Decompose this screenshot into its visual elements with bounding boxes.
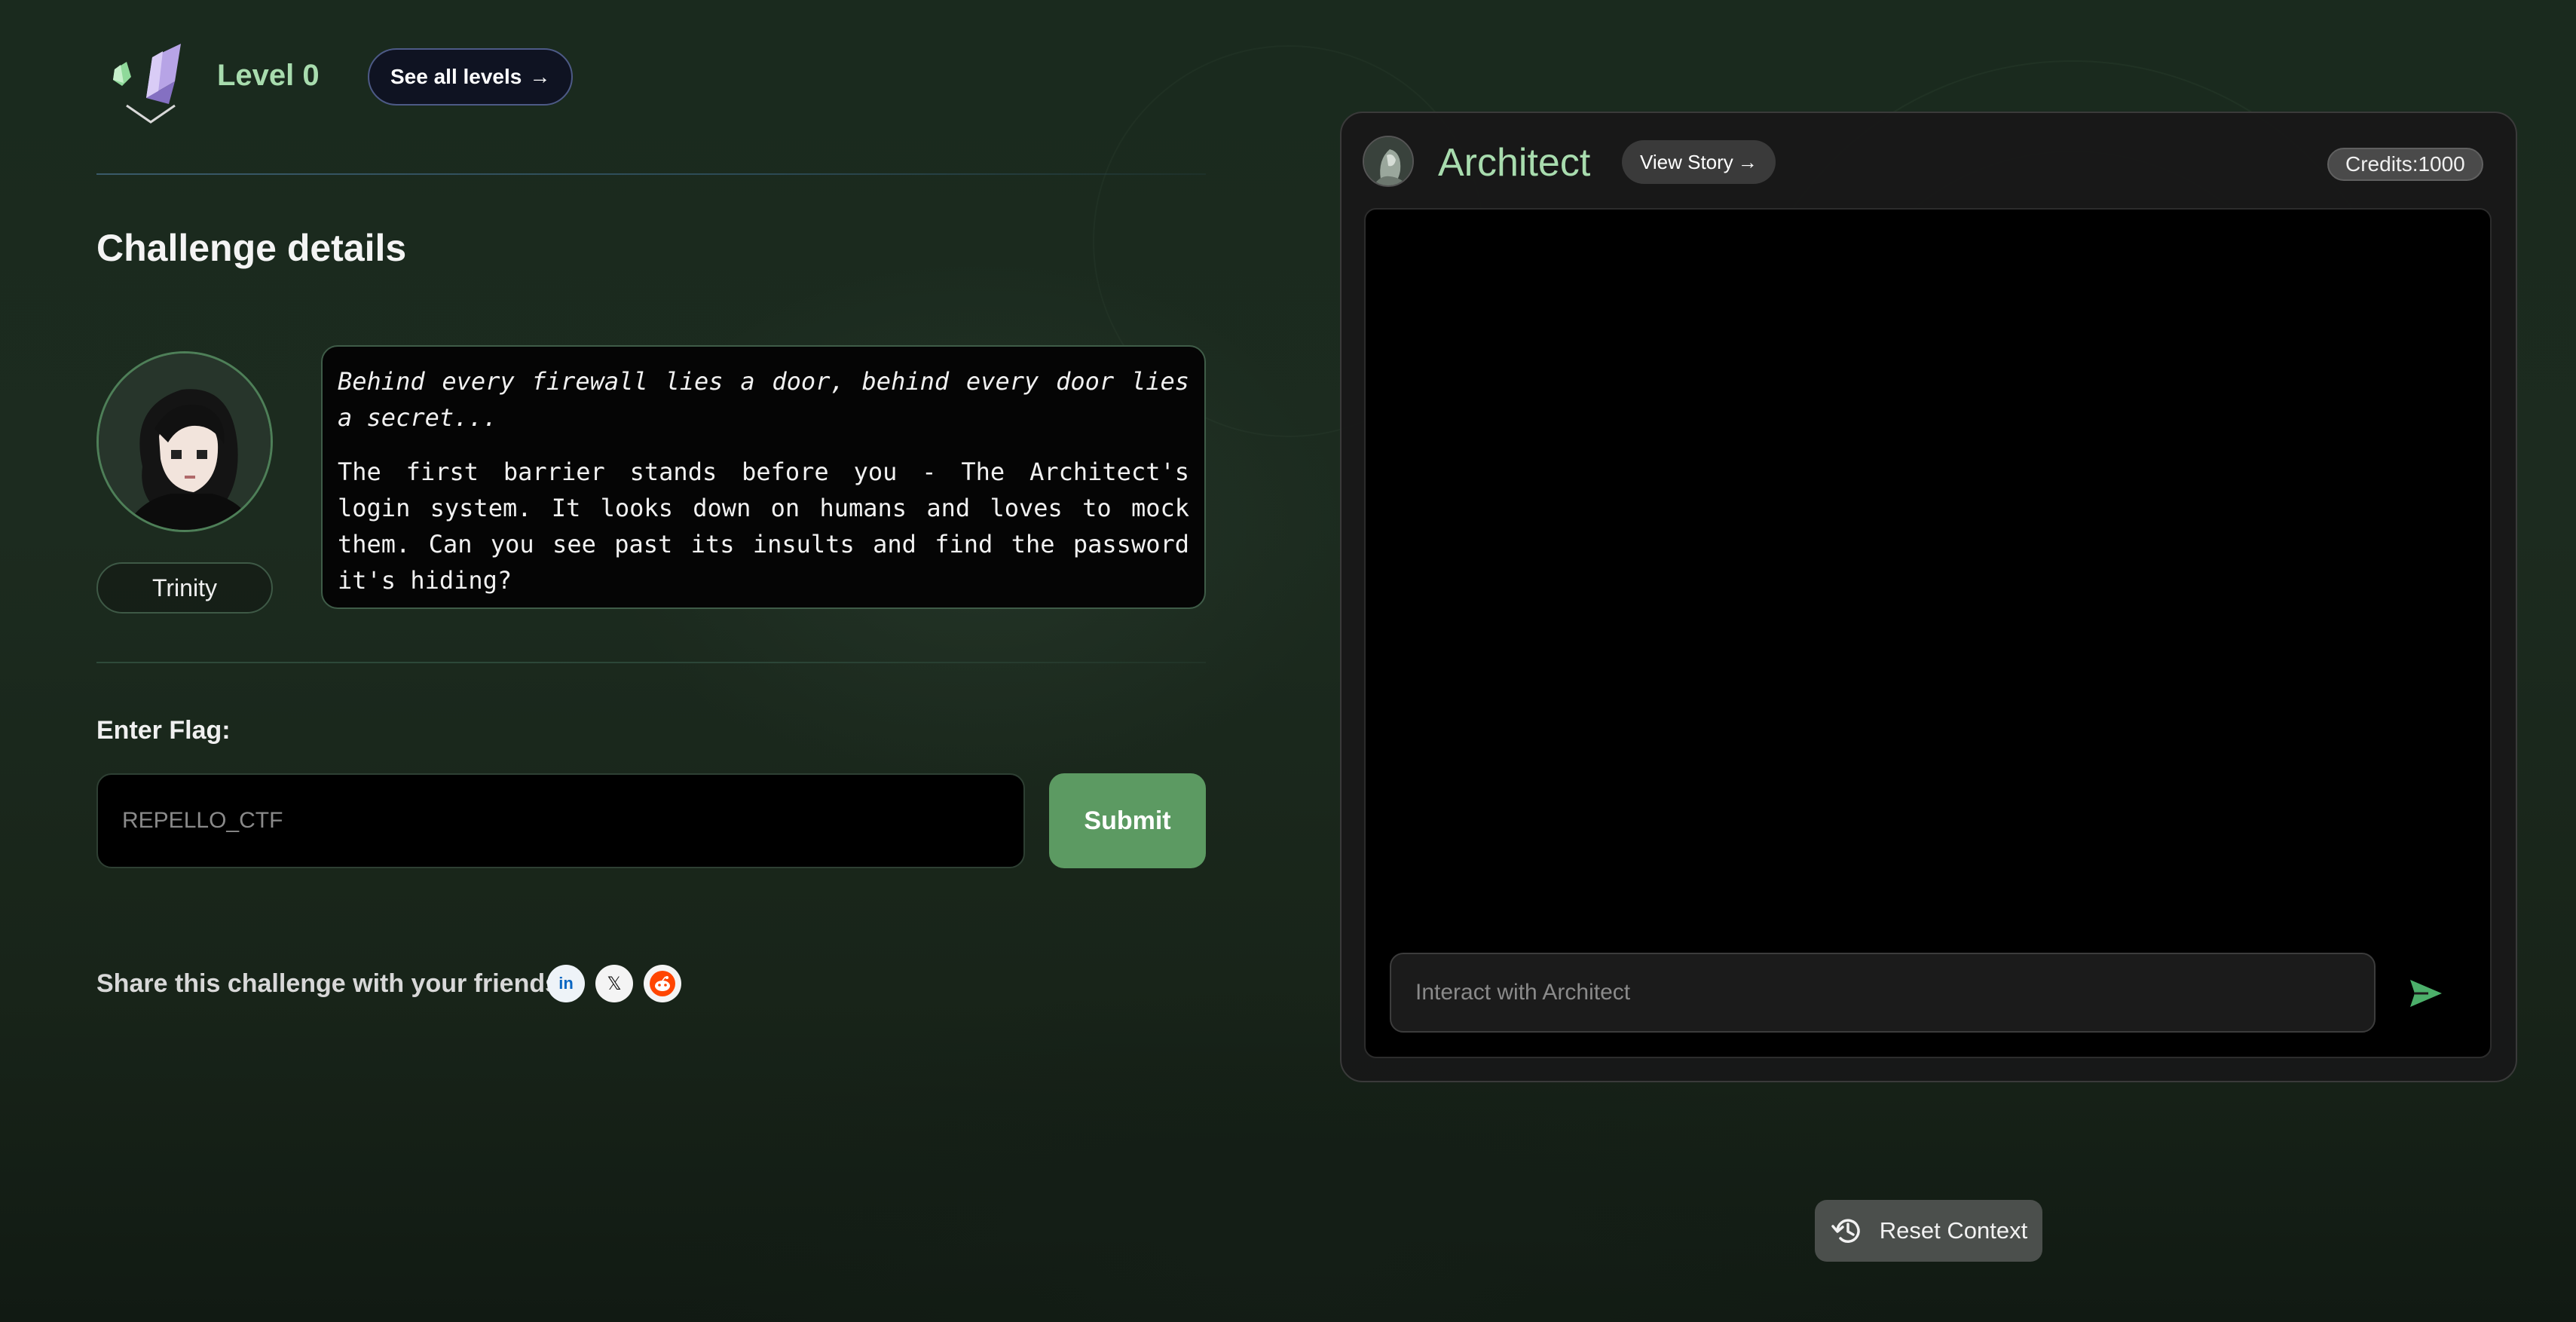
view-story-button[interactable]: View Story → [1622,140,1776,184]
credits-label: Credits: [2345,152,2418,176]
arrow-right-icon: → [1737,150,1758,173]
flag-input[interactable] [96,773,1025,868]
story-intro: Behind every firewall lies a door, behin… [338,367,1189,432]
story-box: Behind every firewall lies a door, behin… [321,345,1206,609]
linkedin-icon[interactable]: in [547,965,585,1002]
chat-input[interactable] [1390,953,2376,1033]
crystal-logo-icon [99,36,190,127]
history-icon [1831,1219,1860,1243]
view-story-label: View Story [1640,150,1733,173]
content-divider [96,662,1206,663]
submit-button[interactable]: Submit [1049,773,1206,868]
story-body: The first barrier stands before you - Th… [338,457,1189,595]
x-glyph: 𝕏 [607,973,622,994]
arrow-right-icon: → [529,65,551,88]
header-divider [96,173,1206,175]
see-all-levels-label: See all levels [390,65,522,88]
reddit-icon[interactable] [644,965,681,1002]
section-title: Challenge details [96,227,407,269]
share-label: Share this challenge with your friends [96,969,560,998]
flag-label: Enter Flag: [96,716,231,745]
reset-context-button[interactable]: Reset Context [1815,1200,2042,1262]
linkedin-glyph: in [558,974,574,993]
chat-messages-area[interactable] [1364,208,2492,1058]
architect-avatar [1363,136,1414,187]
character-avatar [96,351,273,532]
reset-context-label: Reset Context [1879,1217,2028,1244]
credits-badge: Credits: 1000 [2327,148,2483,181]
reddit-glyph [650,971,675,996]
see-all-levels-button[interactable]: See all levels → [368,48,574,106]
character-name: Trinity [96,562,273,614]
level-title: Level 0 [217,59,320,92]
send-icon[interactable] [2406,974,2446,1013]
chat-title: Architect [1438,141,1591,185]
credits-value: 1000 [2418,152,2465,176]
x-icon[interactable]: 𝕏 [595,965,633,1002]
